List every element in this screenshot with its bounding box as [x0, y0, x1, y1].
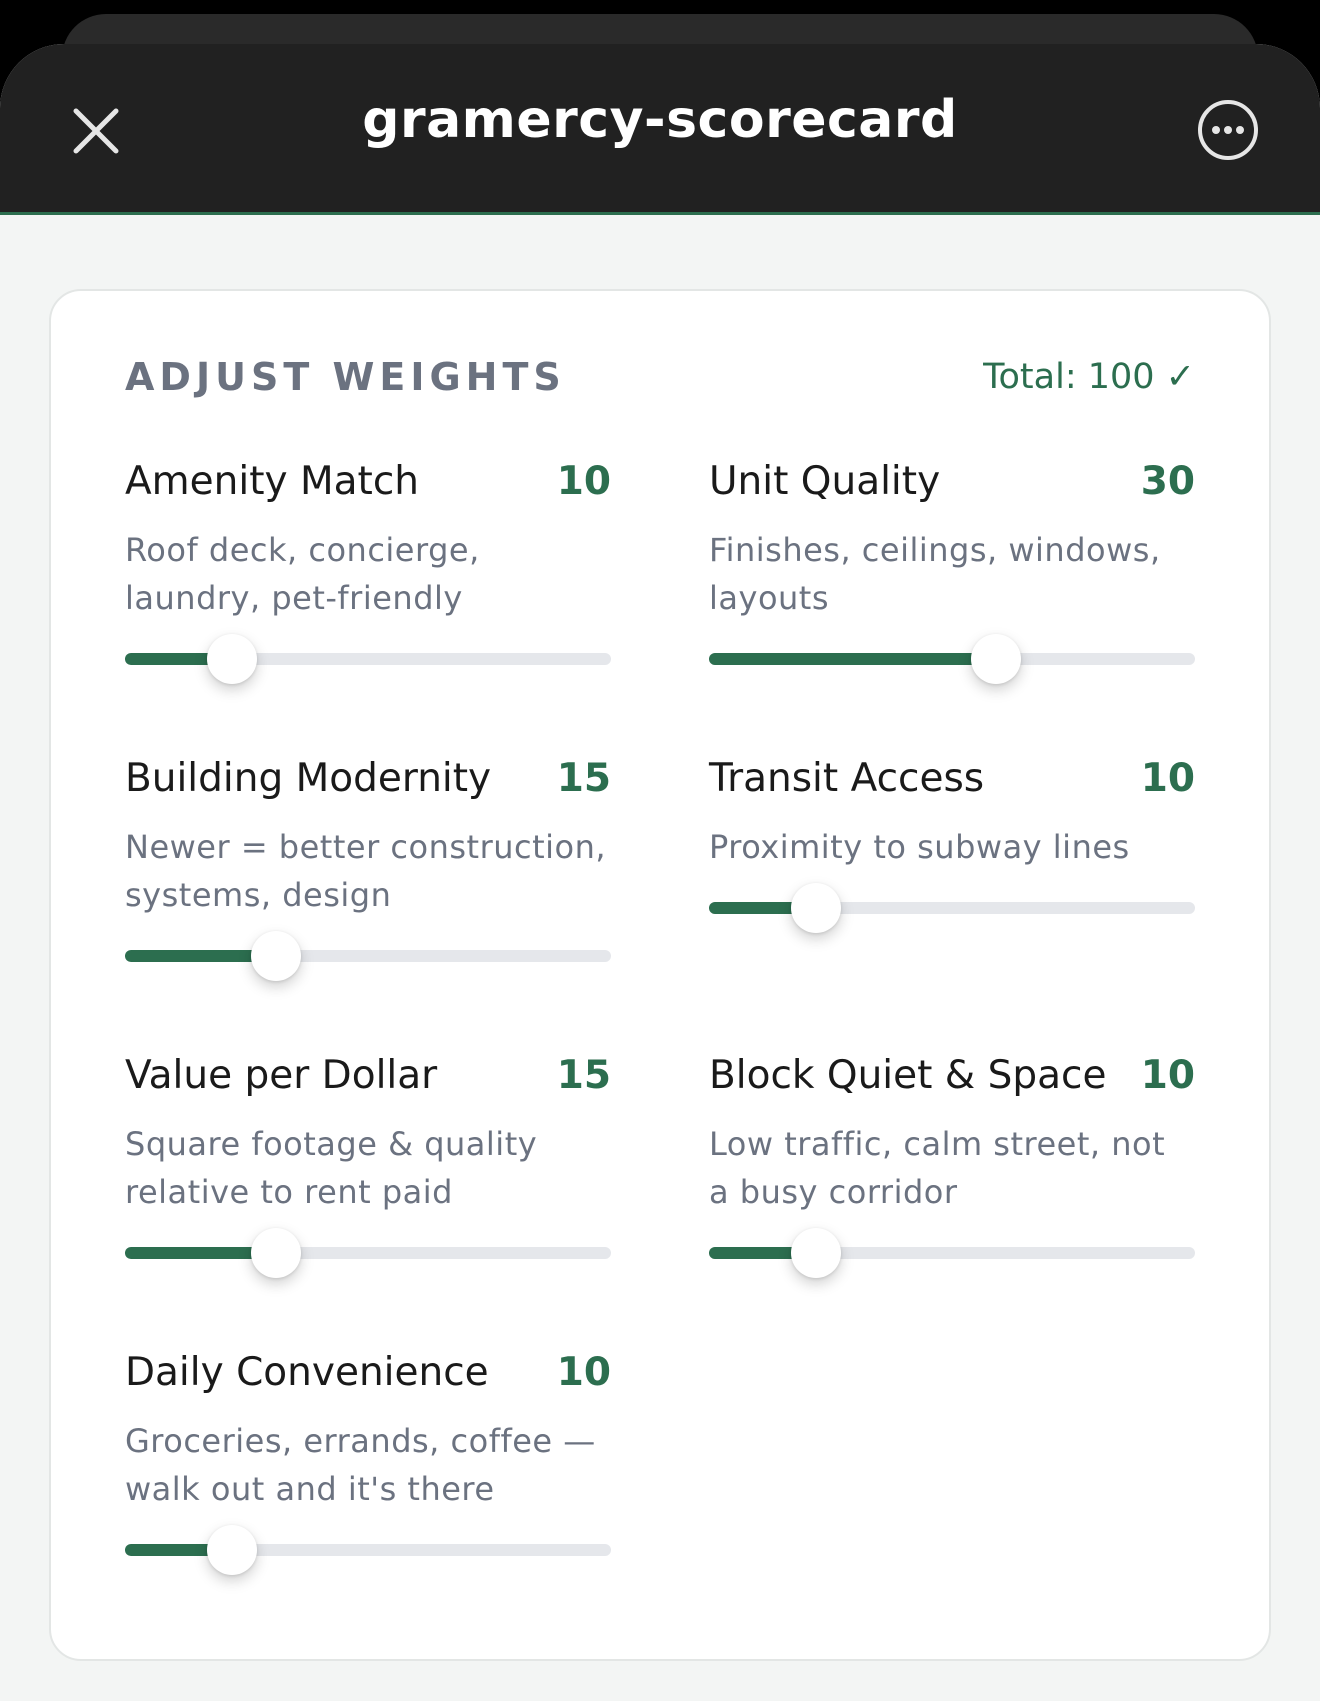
- weight-value: 15: [556, 756, 611, 801]
- weight-value: 10: [1140, 1053, 1195, 1098]
- weight-description: Roof deck, concierge, laundry, pet-frien…: [125, 531, 480, 617]
- slider-fill: [709, 653, 996, 665]
- weight-label: Transit Access: [709, 756, 985, 801]
- weight-unit-quality: Unit Quality 30 Finishes, ceilings, wind…: [709, 459, 1195, 684]
- weight-label: Block Quiet & Space: [709, 1053, 1107, 1098]
- weight-value: 10: [1140, 756, 1195, 801]
- weight-slider[interactable]: [125, 1525, 611, 1575]
- weight-daily-convenience: Daily Convenience 10 Groceries, errands,…: [125, 1350, 611, 1575]
- total-indicator: Total: 100 ✓: [983, 357, 1195, 397]
- weight-amenity-match: Amenity Match 10 Roof deck, concierge, l…: [125, 459, 611, 684]
- weight-label: Daily Convenience: [125, 1350, 489, 1395]
- weight-transit-access: Transit Access 10 Proximity to subway li…: [709, 756, 1195, 933]
- weight-slider[interactable]: [125, 634, 611, 684]
- weight-description: Finishes, ceilings, windows, layouts: [709, 531, 1161, 617]
- slider-thumb[interactable]: [250, 931, 301, 981]
- weight-block-quiet-space: Block Quiet & Space 10 Low traffic, calm…: [709, 1053, 1195, 1278]
- weight-slider[interactable]: [125, 1228, 611, 1278]
- weight-label: Building Modernity: [125, 756, 492, 801]
- weight-description: Newer = better construction, systems, de…: [125, 828, 607, 914]
- weight-label: Unit Quality: [709, 459, 941, 504]
- weight-label: Amenity Match: [125, 459, 419, 504]
- weight-building-modernity: Building Modernity 15 Newer = better con…: [125, 756, 611, 981]
- slider-thumb[interactable]: [790, 883, 841, 933]
- slider-thumb[interactable]: [206, 634, 257, 684]
- weight-description: Groceries, errands, coffee — walk out an…: [125, 1422, 596, 1508]
- weight-description: Low traffic, calm street, not a busy cor…: [709, 1125, 1166, 1211]
- more-options-icon: [1198, 100, 1258, 160]
- section-label: ADJUST WEIGHTS: [125, 355, 566, 399]
- app-screen: gramercy-scorecard ADJUST WEIGHTS Total:…: [0, 0, 1320, 1701]
- top-bar: gramercy-scorecard: [0, 44, 1320, 215]
- weight-value: 30: [1140, 459, 1195, 504]
- slider-thumb[interactable]: [790, 1228, 841, 1278]
- weight-slider[interactable]: [709, 1228, 1195, 1278]
- weight-description: Square footage & quality relative to ren…: [125, 1125, 538, 1211]
- more-options-button[interactable]: [1196, 98, 1260, 162]
- page-title: gramercy-scorecard: [362, 90, 958, 150]
- weight-slider[interactable]: [709, 883, 1195, 933]
- slider-thumb[interactable]: [970, 634, 1021, 684]
- weight-value: 10: [556, 1350, 611, 1395]
- slider-thumb[interactable]: [206, 1525, 257, 1575]
- weight-slider[interactable]: [709, 634, 1195, 684]
- scorecard-sheet: gramercy-scorecard ADJUST WEIGHTS Total:…: [0, 44, 1320, 1701]
- weights-card: ADJUST WEIGHTS Total: 100 ✓ Amenity Matc…: [49, 289, 1271, 1661]
- weight-label: Value per Dollar: [125, 1053, 438, 1098]
- weight-value: 15: [556, 1053, 611, 1098]
- weight-value-per-dollar: Value per Dollar 15 Square footage & qua…: [125, 1053, 611, 1278]
- weight-value: 10: [556, 459, 611, 504]
- weight-slider[interactable]: [125, 931, 611, 981]
- slider-thumb[interactable]: [250, 1228, 301, 1278]
- weight-description: Proximity to subway lines: [709, 828, 1130, 866]
- card-header: ADJUST WEIGHTS Total: 100 ✓: [125, 355, 1195, 399]
